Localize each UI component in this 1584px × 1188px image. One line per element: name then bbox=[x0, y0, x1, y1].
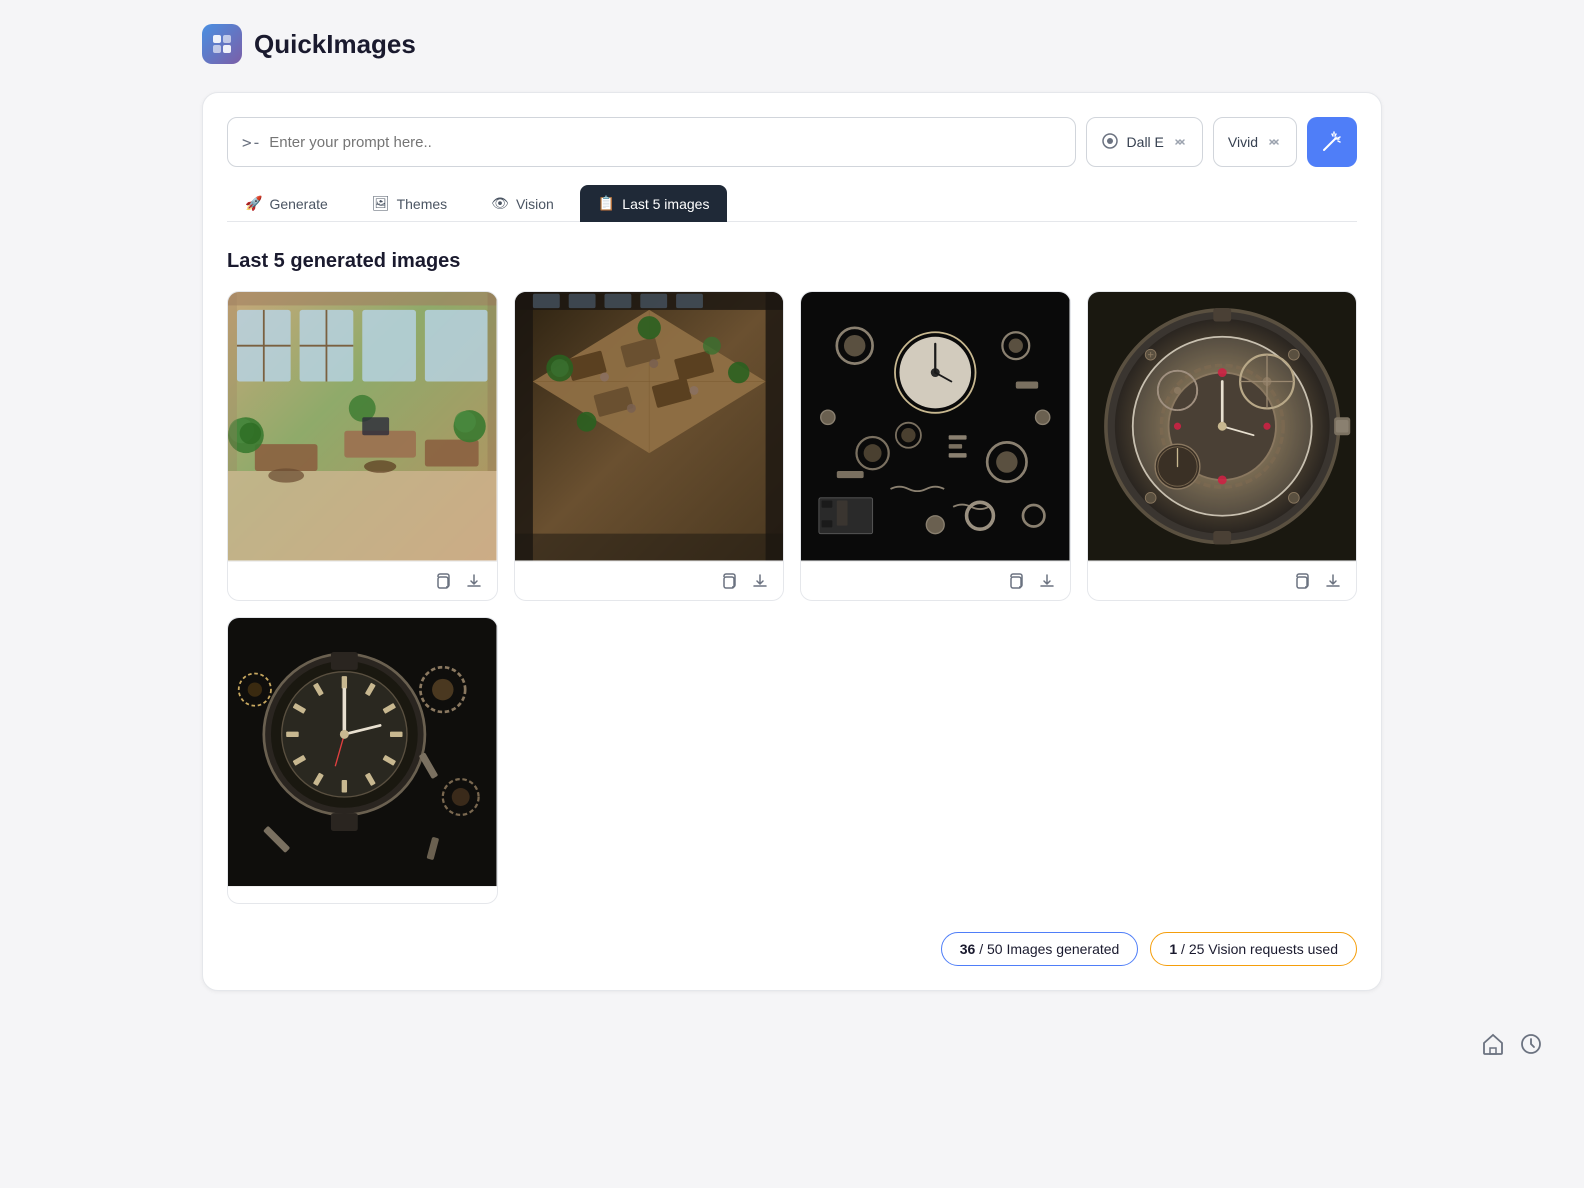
images-total: 50 bbox=[987, 941, 1003, 957]
themes-icon: 🖼 bbox=[372, 195, 390, 212]
image-3-actions bbox=[801, 561, 1070, 600]
image-1-actions bbox=[228, 561, 497, 600]
vision-total: 25 bbox=[1189, 941, 1205, 957]
vision-sep: / bbox=[1181, 941, 1185, 957]
tab-vision[interactable]: 👁 Vision bbox=[473, 185, 572, 222]
image-5-actions bbox=[228, 886, 497, 903]
tabs-row: 🚀 Generate 🖼 Themes 👁 Vision 📋 Last 5 im… bbox=[227, 185, 1357, 222]
prompt-input[interactable] bbox=[269, 134, 1060, 151]
image-3-download-btn[interactable] bbox=[1036, 570, 1058, 592]
image-card-1 bbox=[227, 291, 498, 601]
home-nav-btn[interactable] bbox=[1480, 1031, 1506, 1063]
image-2-download-btn[interactable] bbox=[749, 570, 771, 592]
model-chevron-icon bbox=[1172, 134, 1188, 150]
image-1-placeholder bbox=[228, 292, 497, 561]
tab-generate[interactable]: 🚀 Generate bbox=[227, 185, 346, 222]
style-chevron-icon bbox=[1266, 134, 1282, 150]
prompt-prefix: >- bbox=[242, 133, 261, 152]
images-grid-row2 bbox=[227, 617, 1357, 905]
model-icon bbox=[1101, 132, 1119, 153]
magic-button[interactable] bbox=[1307, 117, 1357, 167]
model-label: Dall E bbox=[1127, 134, 1164, 150]
style-dropdown[interactable]: Vivid bbox=[1213, 117, 1297, 167]
tab-vision-label: Vision bbox=[516, 196, 554, 212]
image-3-placeholder bbox=[801, 292, 1070, 561]
copy-icon bbox=[433, 572, 451, 590]
footer-stats: 36 / 50 Images generated 1 / 25 Vision r… bbox=[227, 932, 1357, 966]
copy-icon-2 bbox=[719, 572, 737, 590]
copy-icon-3 bbox=[1006, 572, 1024, 590]
image-card-5 bbox=[227, 617, 498, 905]
bottom-nav bbox=[0, 1015, 1584, 1079]
main-card: >- Dall E Vivid bbox=[202, 92, 1382, 991]
images-sep: / bbox=[979, 941, 983, 957]
images-used: 36 bbox=[960, 941, 976, 957]
download-icon bbox=[465, 572, 483, 590]
copy-icon-4 bbox=[1292, 572, 1310, 590]
app-header: QuickImages bbox=[202, 24, 1382, 64]
image-2-placeholder bbox=[515, 292, 784, 561]
image-card-2 bbox=[514, 291, 785, 601]
image-card-4 bbox=[1087, 291, 1358, 601]
vision-used: 1 bbox=[1169, 941, 1177, 957]
tab-last5-label: Last 5 images bbox=[622, 196, 709, 212]
images-grid-row1 bbox=[227, 291, 1357, 601]
image-4-actions bbox=[1088, 561, 1357, 600]
app-logo bbox=[202, 24, 242, 64]
history-nav-btn[interactable] bbox=[1518, 1031, 1544, 1063]
magic-wand-icon bbox=[1321, 131, 1343, 153]
download-icon-3 bbox=[1038, 572, 1056, 590]
app-title: QuickImages bbox=[254, 29, 416, 60]
image-5-placeholder bbox=[228, 618, 497, 887]
prompt-row: >- Dall E Vivid bbox=[227, 117, 1357, 167]
tab-last5[interactable]: 📋 Last 5 images bbox=[580, 185, 728, 222]
model-dropdown[interactable]: Dall E bbox=[1086, 117, 1203, 167]
tab-generate-label: Generate bbox=[269, 196, 327, 212]
image-3-copy-btn[interactable] bbox=[1004, 570, 1026, 592]
prompt-input-wrap: >- bbox=[227, 117, 1076, 167]
images-label: Images generated bbox=[1006, 941, 1119, 957]
images-stat-badge: 36 / 50 Images generated bbox=[941, 932, 1139, 966]
generate-icon: 🚀 bbox=[245, 195, 262, 212]
image-2-actions bbox=[515, 561, 784, 600]
home-icon bbox=[1480, 1031, 1506, 1057]
vision-stat-badge: 1 / 25 Vision requests used bbox=[1150, 932, 1357, 966]
image-1-copy-btn[interactable] bbox=[431, 570, 453, 592]
download-icon-4 bbox=[1324, 572, 1342, 590]
image-4-copy-btn[interactable] bbox=[1290, 570, 1312, 592]
image-4-placeholder bbox=[1088, 292, 1357, 561]
last5-icon: 📋 bbox=[598, 195, 615, 212]
download-icon-2 bbox=[751, 572, 769, 590]
vision-icon: 👁 bbox=[491, 195, 509, 212]
tab-themes[interactable]: 🖼 Themes bbox=[354, 185, 465, 222]
section-title: Last 5 generated images bbox=[227, 250, 1357, 273]
image-card-3 bbox=[800, 291, 1071, 601]
history-icon bbox=[1518, 1031, 1544, 1057]
tab-themes-label: Themes bbox=[397, 196, 448, 212]
style-label: Vivid bbox=[1228, 134, 1258, 150]
image-4-download-btn[interactable] bbox=[1322, 570, 1344, 592]
image-1-download-btn[interactable] bbox=[463, 570, 485, 592]
vision-label: Vision requests used bbox=[1208, 941, 1338, 957]
image-2-copy-btn[interactable] bbox=[717, 570, 739, 592]
